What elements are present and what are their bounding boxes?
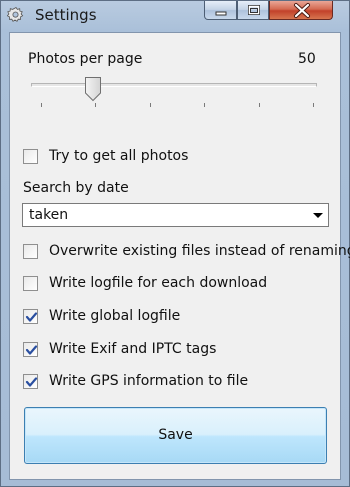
search-by-date-label: Search by date	[23, 180, 129, 196]
overwrite-label: Overwrite existing files instead of rena…	[49, 243, 350, 259]
gps-info-label: Write GPS information to file	[49, 373, 249, 389]
logfile-each-download-checkbox[interactable]	[23, 276, 38, 291]
exif-iptc-label: Write Exif and IPTC tags	[49, 341, 217, 357]
checkbox-unchecked-icon	[24, 150, 39, 165]
logfile-each-download-label: Write logfile for each download	[49, 275, 268, 291]
checkbox-unchecked-icon	[24, 245, 39, 260]
gps-info-checkbox[interactable]	[23, 374, 38, 389]
checkbox-unchecked-icon	[24, 277, 39, 292]
checkmark-icon	[25, 312, 38, 322]
settings-window: Settings Photos per page 50 Try to get a…	[0, 0, 350, 487]
try-all-photos-label: Try to get all photos	[49, 148, 189, 164]
overwrite-checkbox[interactable]	[23, 244, 38, 259]
search-by-date-value: taken	[29, 207, 69, 223]
try-all-photos-checkbox[interactable]	[23, 149, 38, 164]
global-logfile-label: Write global logfile	[49, 308, 181, 324]
search-by-date-dropdown[interactable]: taken	[22, 203, 329, 227]
exif-iptc-checkbox[interactable]	[23, 342, 38, 357]
global-logfile-checkbox[interactable]	[23, 309, 38, 324]
checkmark-icon	[25, 345, 38, 355]
chevron-down-icon	[313, 213, 323, 218]
photos-per-page-slider-thumb[interactable]	[84, 76, 102, 102]
save-button[interactable]: Save	[24, 407, 327, 464]
slider-ticks	[41, 103, 314, 107]
checkmark-icon	[25, 377, 38, 387]
